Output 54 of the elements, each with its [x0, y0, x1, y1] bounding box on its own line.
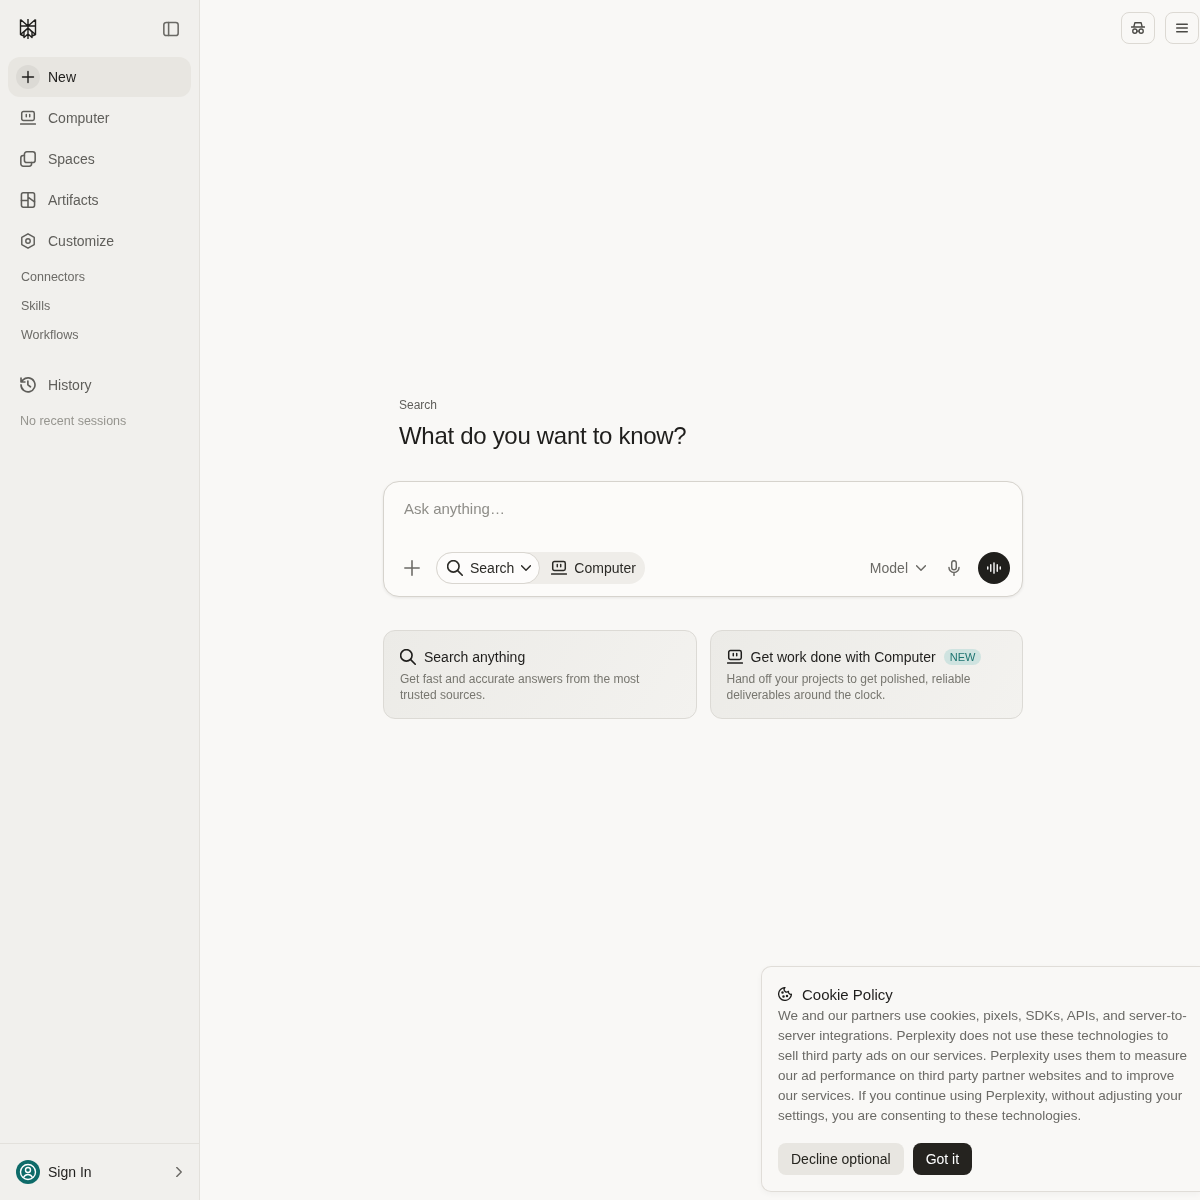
search-icon [447, 560, 463, 576]
chevron-down-icon [916, 565, 926, 571]
search-icon [400, 649, 416, 665]
panels-icon [20, 192, 36, 208]
waveform-icon [987, 562, 1001, 574]
suggestion-card[interactable]: Search anything Get fast and accurate answers from the most trusted sources. [383, 630, 697, 719]
sign-in-button[interactable]: Sign In [0, 1144, 199, 1200]
voice-mode-button[interactable] [978, 552, 1010, 584]
laptop-icon [551, 560, 568, 576]
cookie-title: Cookie Policy [802, 985, 893, 1003]
hat-glasses-icon [1131, 21, 1145, 35]
sidebar-subitem[interactable]: Workflows [8, 320, 191, 349]
history-item[interactable]: History [8, 365, 191, 405]
laptop-icon [20, 110, 36, 126]
chevron-right-icon [176, 1167, 182, 1177]
cookie-icon [778, 987, 792, 1001]
menu-button[interactable] [1165, 12, 1199, 44]
model-dropdown[interactable]: Model [863, 552, 932, 584]
incognito-button[interactable] [1121, 12, 1155, 44]
sidebar-subitem[interactable]: Skills [8, 291, 191, 320]
accept-button[interactable]: Got it [912, 1143, 973, 1175]
card-description: Hand off your projects to get polished, reliable deliverables around the clock. [726, 671, 972, 703]
empty-history-text: No recent sessions [19, 413, 128, 429]
stacked-squares-icon [20, 151, 36, 167]
sidebar-item[interactable]: Computer [8, 98, 191, 138]
suggestion-card[interactable]: Get work done with Computer NEW Hand off your projects to get polished, reliable deliverables around the clock. [709, 630, 1023, 719]
card-title: Get work done with Computer [750, 649, 936, 665]
sidebar-item[interactable]: Spaces [8, 139, 191, 179]
card-title: Search anything [424, 649, 526, 665]
chevron-down-icon [521, 565, 532, 571]
sidebar-subitem[interactable]: Connectors [8, 262, 191, 291]
mode-tab[interactable]: Computer [540, 552, 645, 584]
collapse-sidebar-button[interactable] [163, 20, 179, 37]
user-icon [16, 1160, 40, 1184]
section-label: Search [398, 397, 439, 413]
history-icon [20, 377, 36, 393]
microphone-icon [948, 560, 960, 576]
page-heading: What do you want to know? [398, 421, 688, 451]
sidebar-item[interactable]: Customize [8, 221, 191, 261]
plus-icon [16, 65, 40, 89]
ask-input[interactable]: Ask anything… [404, 496, 1002, 520]
card-description: Get fast and accurate answers from the most trusted sources. [400, 671, 641, 703]
menu-icon [1176, 23, 1188, 33]
new-badge: NEW [943, 649, 982, 665]
laptop-icon [726, 649, 743, 665]
logo-icon[interactable] [18, 17, 38, 40]
cookie-text: We and our partners use cookies, pixels, SDKs, APIs, and server-to-server integrations. Perplexity does not use these technologies to sell third party ads on our services. Perplexity uses them to measure our ad performance on third party partner websites and to improve our services. If you continue using Perplexity, without adjusting your settings, you are consenting to these technologies. [778, 1007, 1188, 1125]
sidebar-item[interactable]: New [8, 57, 191, 97]
plus-icon [404, 560, 420, 576]
decline-button[interactable]: Decline optional [778, 1143, 904, 1175]
sidebar-icon [163, 20, 179, 37]
hexagon-icon [20, 233, 36, 249]
sidebar-item[interactable]: Artifacts [8, 180, 191, 220]
mode-tab[interactable]: Search [436, 552, 541, 584]
